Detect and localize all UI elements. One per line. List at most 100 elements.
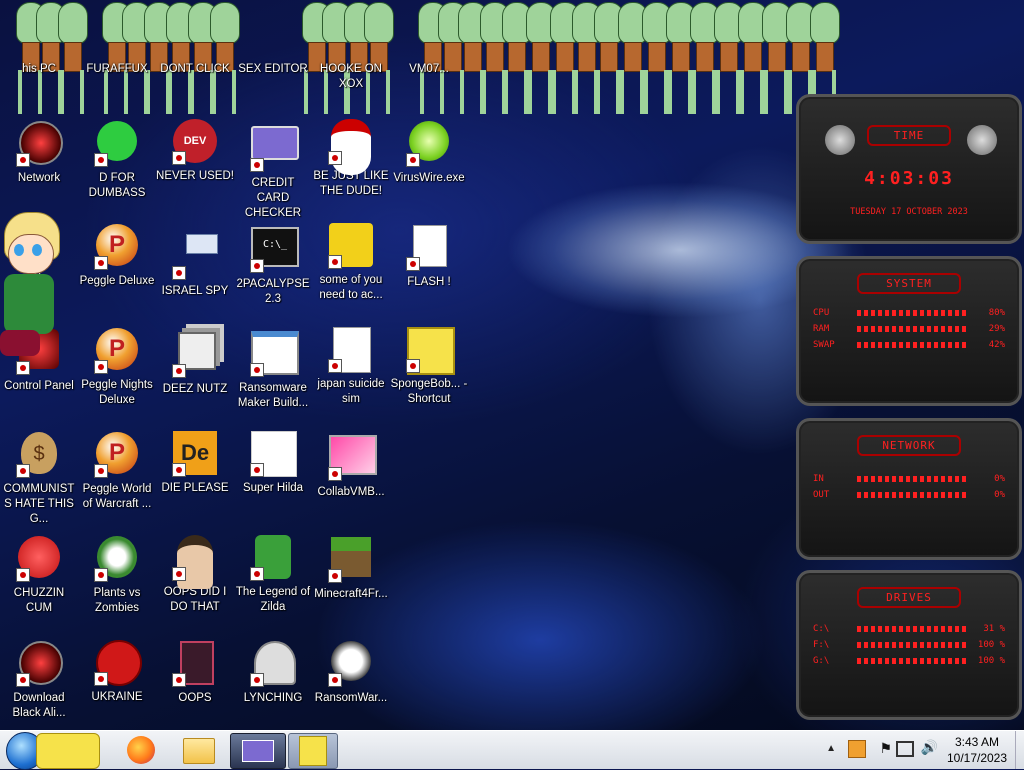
spongebob-taskbar-button[interactable] xyxy=(288,733,338,769)
explorer-taskbar-button[interactable] xyxy=(176,733,222,767)
desktop-icon[interactable]: P Peggle Deluxe xyxy=(78,222,156,289)
firefox-taskbar-button[interactable] xyxy=(118,733,164,767)
desktop-icon[interactable]: DEEZ NUTZ xyxy=(156,326,234,397)
desktop-icon[interactable]: LYNCHING xyxy=(234,638,312,706)
row-meter xyxy=(857,476,969,482)
system-title: SYSTEM xyxy=(857,273,961,294)
peggle-icon: P xyxy=(94,432,140,478)
desktop-icon[interactable]: UKRAINE xyxy=(78,638,156,705)
shortcut-arrow-icon xyxy=(94,672,108,686)
desktop-icon-label: 2PACALYPSE 2.3 xyxy=(236,278,310,305)
alien-logo-left-icon xyxy=(825,125,855,155)
desktop-icon-label: NEVER USED! xyxy=(156,170,234,182)
shortcut-arrow-icon xyxy=(406,153,420,167)
desktop-icon[interactable]: Minecraft4Fr... xyxy=(312,534,390,602)
flag-icon[interactable]: ⚑ xyxy=(879,740,892,757)
widget-row: RAM 29% xyxy=(813,324,1005,334)
top-desktop-icon[interactable]: SEX EDITOR xyxy=(234,58,312,77)
widget-row: SWAP 42% xyxy=(813,340,1005,350)
tray-clock-time: 3:43 AM xyxy=(954,735,1000,749)
row-name: IN xyxy=(813,474,824,484)
desktop-icon[interactable]: FLASH ! xyxy=(390,222,468,290)
desktop-icon[interactable]: C:\_ 2PACALYPSE 2.3 xyxy=(234,222,312,307)
shortcut-arrow-icon xyxy=(172,151,186,165)
shortcut-arrow-icon xyxy=(172,673,186,687)
desktop-icon-label: his PC xyxy=(22,63,56,75)
desktop-icon[interactable]: SpongeBob... - Shortcut xyxy=(390,326,468,407)
desktop-icon[interactable]: CollabVMB... xyxy=(312,430,390,500)
desktop-icon[interactable]: Ransomware Maker Build... xyxy=(234,326,312,411)
widget-row: CPU 80% xyxy=(813,308,1005,318)
desktop-icon-label: UKRAINE xyxy=(91,691,143,703)
desktop-icon[interactable]: $ COMMUNISTS HATE THIS G... xyxy=(0,430,78,527)
row-name: OUT xyxy=(813,490,830,500)
desktop-icon[interactable]: OOPS xyxy=(156,638,234,706)
desktop-icon-label: CollabVMB... xyxy=(317,486,385,498)
shortcut-arrow-icon xyxy=(16,673,30,687)
shortcut-arrow-icon xyxy=(16,153,30,167)
desktop-icon[interactable]: some of you need to ac... xyxy=(312,222,390,303)
desktop-icon[interactable]: P Peggle Nights Deluxe xyxy=(78,326,156,408)
desktop-icon[interactable]: The Legend of Zilda xyxy=(234,534,312,615)
desktop-icon-label: SpongeBob... - Shortcut xyxy=(390,378,468,405)
shortcut-arrow-icon xyxy=(172,463,186,477)
volume-icon[interactable]: 🔊 xyxy=(921,739,938,756)
time-clock: 4:03:03 xyxy=(864,168,954,189)
tray-app-icon[interactable] xyxy=(848,740,866,758)
skull-icon xyxy=(328,641,374,687)
sponge-icon xyxy=(406,327,455,375)
desktop-icon-label: ISRAEL SPY xyxy=(161,285,229,297)
desktop-icon[interactable]: japan suicide sim xyxy=(312,326,390,407)
shortcut-arrow-icon xyxy=(328,359,342,373)
network-tray-icon[interactable] xyxy=(896,741,914,757)
top-desktop-icon[interactable]: VM07... xyxy=(390,58,468,77)
tray-clock[interactable]: 3:43 AM 10/17/2023 xyxy=(942,734,1012,766)
top-desktop-icon[interactable]: his PC xyxy=(0,58,78,77)
desktop-icon[interactable]: RansomWar... xyxy=(312,638,390,706)
desktop-icon-label: Peggle Deluxe xyxy=(79,275,155,287)
dev-icon: DEV xyxy=(172,119,218,165)
desktop-icon-label: japan suicide sim xyxy=(317,378,385,405)
row-meter xyxy=(857,658,969,664)
desktop-icon[interactable]: De DIE PLEASE xyxy=(156,430,234,496)
row-meter xyxy=(857,492,969,498)
desktop-icon-label: Control Panel xyxy=(4,380,74,392)
top-desktop-icon[interactable]: HOOKE ON XOX xyxy=(312,58,390,92)
desktop-icon[interactable]: BE JUST LIKE THE DUDE! xyxy=(312,118,390,199)
row-name: C:\ xyxy=(813,624,830,634)
row-name: SWAP xyxy=(813,340,835,350)
show-desktop-button[interactable] xyxy=(1015,731,1024,769)
shortcut-arrow-icon xyxy=(328,255,342,269)
desktop-icon[interactable]: CHUZZIN CUM xyxy=(0,534,78,616)
desktop-icon[interactable]: Super Hilda xyxy=(234,430,312,496)
desktop-icon-label: SEX EDITOR xyxy=(238,63,308,75)
desktop-icon-label: some of you need to ac... xyxy=(319,274,383,301)
row-meter xyxy=(857,642,969,648)
top-desktop-icon[interactable]: DONT CLICK xyxy=(156,58,234,77)
explorer-icon xyxy=(183,738,215,764)
desktop-icon[interactable]: ISRAEL SPY xyxy=(156,222,234,299)
desktop-icon[interactable]: VirusWire.exe xyxy=(390,118,468,186)
tray-expand-icon[interactable]: ▲ xyxy=(826,743,836,754)
desktop-icon[interactable]: P Peggle World of Warcraft ... xyxy=(78,430,156,512)
desktop-icon[interactable]: Network xyxy=(0,118,78,186)
desktop-icon-label: CHUZZIN CUM xyxy=(13,587,65,614)
desktop-icon[interactable]: DEV NEVER USED! xyxy=(156,118,234,184)
money-icon: $ xyxy=(16,432,62,478)
desktop-icon[interactable]: CREDIT CARD CHECKER xyxy=(234,118,312,221)
shortcut-arrow-icon xyxy=(250,673,264,687)
desktop-icon[interactable]: OOPS DID I DO THAT xyxy=(156,534,234,615)
widget-row: C:\ 31 % xyxy=(813,624,1005,634)
network-title: NETWORK xyxy=(857,435,961,456)
desktop-icon[interactable]: D FOR DUMBASS xyxy=(78,118,156,201)
doc-icon xyxy=(328,327,374,373)
top-desktop-icon[interactable]: FURAFFUX xyxy=(78,58,156,77)
desktop-icon[interactable]: Plants vs Zombies xyxy=(78,534,156,616)
desktop-icon-label: DONT CLICK xyxy=(160,63,230,75)
spongebob-overlay xyxy=(36,733,100,769)
credit-card-checker-taskbar-button[interactable] xyxy=(230,733,286,769)
desktop-icon[interactable]: Download Black Ali... xyxy=(0,638,78,721)
desktop-icon-label: RansomWar... xyxy=(314,692,388,704)
time-date: TUESDAY 17 OCTOBER 2023 xyxy=(850,207,968,217)
desktop-icon-label: VM07... xyxy=(409,63,449,75)
